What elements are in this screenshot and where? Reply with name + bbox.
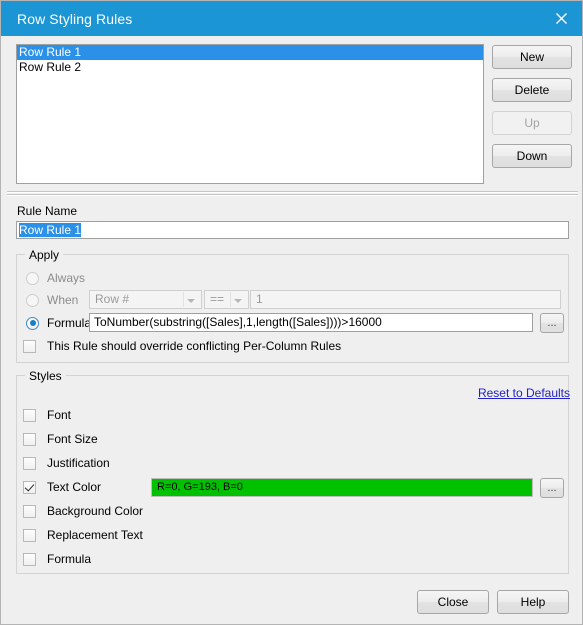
combo-divider xyxy=(230,292,231,307)
list-item[interactable]: Row Rule 1 xyxy=(17,45,483,60)
radio-formula-label: Formula xyxy=(47,316,92,330)
replacement-text-label: Replacement Text xyxy=(47,528,143,542)
down-button[interactable]: Down xyxy=(492,144,572,168)
radio-always[interactable] xyxy=(26,271,39,285)
radio-when-row[interactable]: When xyxy=(26,293,78,307)
reset-to-defaults-link[interactable]: Reset to Defaults xyxy=(478,386,570,400)
radio-when-label: When xyxy=(47,293,79,307)
rule-name-input[interactable]: Row Rule 1 xyxy=(16,221,569,239)
apply-group-legend: Apply xyxy=(25,248,64,262)
style-row-justification[interactable]: Justification xyxy=(23,456,110,470)
radio-formula[interactable] xyxy=(26,316,39,330)
font-size-checkbox[interactable] xyxy=(23,432,36,446)
formula-browse-button[interactable]: ... xyxy=(540,313,564,333)
delete-button[interactable]: Delete xyxy=(492,78,572,102)
when-operator-value: == xyxy=(210,292,225,306)
when-field-select[interactable]: Row # xyxy=(89,290,202,309)
text-color-swatch[interactable]: R=0, G=193, B=0 xyxy=(151,478,533,497)
override-checkbox-label: This Rule should override conflicting Pe… xyxy=(47,339,342,353)
replacement-text-checkbox[interactable] xyxy=(23,528,36,542)
chevron-down-icon xyxy=(187,299,195,303)
styles-group: Styles xyxy=(16,369,569,574)
title-bar: Row Styling Rules xyxy=(1,1,582,36)
style-row-font-size[interactable]: Font Size xyxy=(23,432,98,446)
style-formula-label: Formula xyxy=(47,552,92,566)
close-button[interactable]: Close xyxy=(417,590,489,614)
override-checkbox[interactable] xyxy=(23,339,36,353)
font-checkbox[interactable] xyxy=(23,408,36,422)
new-button[interactable]: New xyxy=(492,45,572,69)
rule-name-value: Row Rule 1 xyxy=(19,223,82,237)
list-item[interactable]: Row Rule 2 xyxy=(17,60,483,75)
list-action-buttons: New Delete Up Down xyxy=(492,45,572,177)
text-color-browse-button[interactable]: ... xyxy=(540,478,564,498)
font-size-label: Font Size xyxy=(47,432,98,446)
up-button[interactable]: Up xyxy=(492,111,572,135)
section-divider xyxy=(7,191,578,193)
when-field-value: Row # xyxy=(95,292,130,306)
style-row-formula[interactable]: Formula xyxy=(23,552,91,566)
formula-input[interactable]: ToNumber(substring([Sales],1,length([Sal… xyxy=(89,313,533,332)
rules-listbox[interactable]: Row Rule 1 Row Rule 2 xyxy=(16,44,484,184)
section-divider-secondary xyxy=(7,194,578,196)
style-row-background-color[interactable]: Background Color xyxy=(23,504,143,518)
help-button[interactable]: Help xyxy=(497,590,569,614)
text-color-value: R=0, G=193, B=0 xyxy=(157,481,243,493)
style-formula-checkbox[interactable] xyxy=(23,552,36,566)
styles-group-legend: Styles xyxy=(25,369,66,383)
row-styling-rules-dialog: Row Styling Rules Row Rule 1 Row Rule 2 … xyxy=(0,0,583,625)
style-row-font[interactable]: Font xyxy=(23,408,71,422)
text-color-label: Text Color xyxy=(47,480,102,494)
font-label: Font xyxy=(47,408,72,422)
formula-value: ToNumber(substring([Sales],1,length([Sal… xyxy=(94,315,382,329)
justification-checkbox[interactable] xyxy=(23,456,36,470)
style-row-text-color[interactable]: Text Color xyxy=(23,480,101,494)
rule-name-label: Rule Name xyxy=(17,204,78,218)
chevron-down-icon xyxy=(234,299,242,303)
justification-label: Justification xyxy=(47,456,110,470)
radio-formula-row[interactable]: Formula xyxy=(26,316,91,330)
radio-when[interactable] xyxy=(26,293,39,307)
window-title: Row Styling Rules xyxy=(17,10,133,27)
background-color-checkbox[interactable] xyxy=(23,504,36,518)
radio-always-row[interactable]: Always xyxy=(26,271,85,285)
radio-always-label: Always xyxy=(47,271,86,285)
close-icon[interactable] xyxy=(538,1,582,36)
override-checkbox-row[interactable]: This Rule should override conflicting Pe… xyxy=(23,339,341,353)
text-color-checkbox[interactable] xyxy=(23,480,36,494)
when-value-input[interactable]: 1 xyxy=(250,290,561,309)
combo-divider xyxy=(183,292,184,307)
when-operator-select[interactable]: == xyxy=(204,290,249,309)
style-row-replacement-text[interactable]: Replacement Text xyxy=(23,528,143,542)
when-value-text: 1 xyxy=(256,292,263,306)
background-color-label: Background Color xyxy=(47,504,144,518)
